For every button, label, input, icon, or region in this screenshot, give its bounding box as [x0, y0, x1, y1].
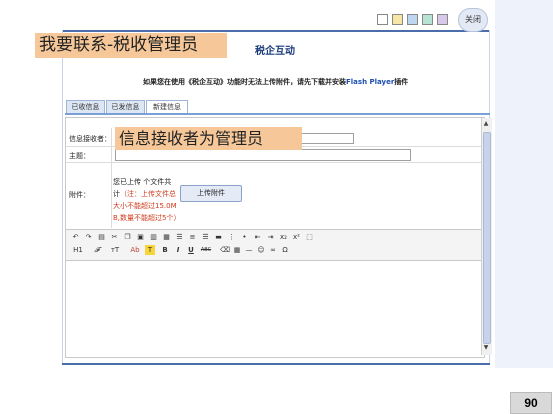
subject-input[interactable] — [115, 149, 411, 161]
horizontal-rule-icon[interactable]: — — [244, 245, 254, 255]
superscript-icon[interactable]: x² — [291, 232, 302, 242]
tab-sent[interactable]: 已发信息 — [106, 100, 145, 113]
font-size-dropdown[interactable]: тT — [108, 245, 122, 255]
select-all-icon[interactable]: ⬚ — [304, 232, 315, 242]
eraser-icon[interactable]: ⌫ — [220, 245, 230, 255]
close-button[interactable]: 关闭 — [458, 8, 488, 32]
attachment-count: 您已上传 个文件共 — [113, 178, 172, 186]
attachment-total: 计 — [113, 190, 120, 198]
receiver-label: 信息接收者： — [69, 135, 111, 143]
attachment-info: 您已上传 个文件共 计（注：上传文件总大小不能超过15.0M B,数量不能超过5个… — [113, 176, 181, 224]
window-left-border — [62, 30, 63, 365]
underline-button[interactable]: U — [186, 245, 196, 255]
flash-player-link[interactable]: Flash Player — [346, 78, 394, 86]
window-top-border — [62, 30, 490, 32]
callout-top: 我要联系-税收管理员 — [35, 33, 227, 58]
slide-bottom-band — [0, 368, 553, 414]
tab-inbox[interactable]: 已收信息 — [66, 100, 105, 113]
notice-text: 如果您在使用《税企互动》功能时无法上传附件，请先下载并安装 — [143, 78, 346, 86]
scroll-up-icon[interactable]: ▲ — [482, 120, 490, 128]
table-icon[interactable]: ▦ — [232, 245, 242, 255]
window-bottom-border — [62, 363, 490, 365]
theme-swatch[interactable] — [407, 14, 418, 25]
print-icon[interactable]: ▤ — [96, 232, 107, 242]
page-number: 90 — [510, 392, 552, 414]
window-title: 税企互动 — [255, 46, 295, 57]
attachment-limit-note: （注：上传文件总大小不能超过15.0M B,数量不能超过5个） — [113, 190, 181, 222]
theme-swatch[interactable] — [437, 14, 448, 25]
subscript-icon[interactable]: x₂ — [278, 232, 289, 242]
bold-button[interactable]: B — [160, 245, 170, 255]
emoticon-icon[interactable]: ☺ — [256, 245, 266, 255]
paste-word-icon[interactable]: ▦ — [161, 232, 172, 242]
align-center-icon[interactable]: ≡ — [187, 232, 198, 242]
redo-icon[interactable]: ↷ — [83, 232, 94, 242]
bulleted-list-icon[interactable]: • — [239, 232, 250, 242]
copy-icon[interactable]: ❐ — [122, 232, 133, 242]
paste-icon[interactable]: ▣ — [135, 232, 146, 242]
attachment-label: 附件： — [69, 191, 90, 199]
link-icon[interactable]: ∞ — [268, 245, 278, 255]
subject-label: 主题： — [69, 152, 90, 160]
theme-swatch[interactable] — [392, 14, 403, 25]
form-divider — [66, 162, 482, 163]
scroll-down-icon[interactable]: ▼ — [482, 344, 490, 352]
outdent-icon[interactable]: ⇤ — [252, 232, 263, 242]
special-char-icon[interactable]: Ω — [280, 245, 290, 255]
message-editor[interactable] — [65, 260, 485, 358]
cut-icon[interactable]: ✂ — [109, 232, 120, 242]
align-right-icon[interactable]: ☰ — [200, 232, 211, 242]
paste-text-icon[interactable]: ▥ — [148, 232, 159, 242]
callout-middle: 信息接收者为管理员 — [115, 127, 302, 150]
theme-swatch[interactable] — [422, 14, 433, 25]
text-color-button[interactable]: Ab — [128, 245, 142, 255]
strikethrough-button[interactable]: ABC — [199, 245, 213, 255]
flash-notice: 如果您在使用《税企互动》功能时无法上传附件，请先下载并安装Flash Playe… — [143, 77, 408, 87]
undo-icon[interactable]: ↶ — [70, 232, 81, 242]
notice-suffix: 插件 — [394, 78, 409, 86]
theme-swatch[interactable] — [377, 14, 388, 25]
heading-dropdown[interactable]: H1 — [71, 245, 85, 255]
numbered-list-icon[interactable]: ⋮ — [226, 232, 237, 242]
justify-icon[interactable]: ▬ — [213, 232, 224, 242]
tab-new-message[interactable]: 新建信息 — [146, 100, 188, 113]
indent-icon[interactable]: ⇥ — [265, 232, 276, 242]
form-column-divider — [111, 128, 112, 228]
align-left-icon[interactable]: ☰ — [174, 232, 185, 242]
scroll-thumb[interactable] — [483, 132, 491, 344]
upload-attachment-button[interactable]: 上传附件 — [180, 185, 242, 202]
highlight-button[interactable]: T — [145, 245, 155, 255]
italic-button[interactable]: I — [173, 245, 183, 255]
slide-side-band — [495, 0, 553, 414]
font-family-dropdown[interactable]: 𝓕 — [90, 245, 104, 255]
